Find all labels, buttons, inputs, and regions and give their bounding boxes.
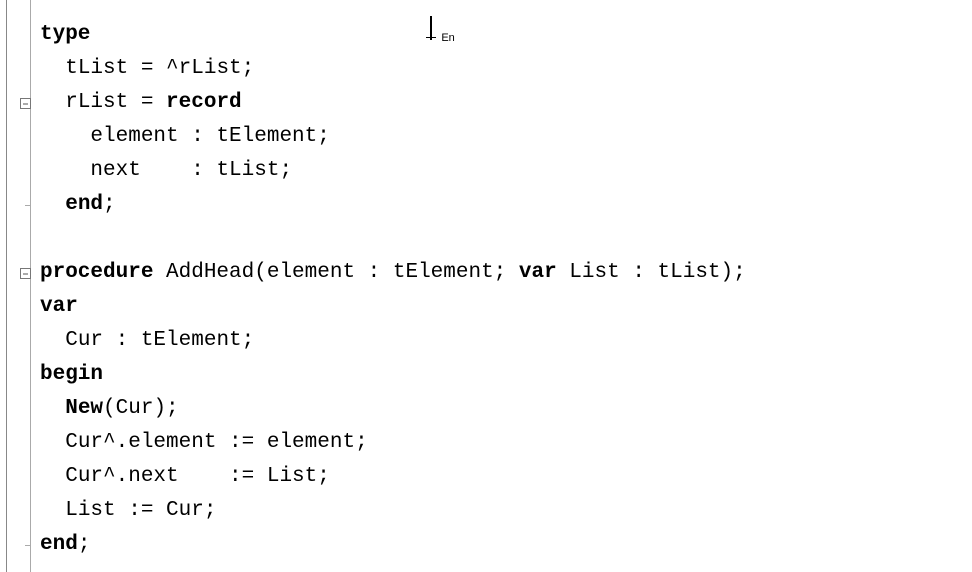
code-token: element : tElement; [90, 125, 329, 148]
code-token: List : tList); [557, 261, 746, 284]
gutter [0, 0, 34, 572]
keyword-token: var [40, 295, 78, 318]
fold-collapse-icon[interactable] [20, 98, 31, 109]
code-line[interactable]: New(Cur); [40, 392, 964, 426]
code-token: List := Cur; [65, 499, 216, 522]
keyword-token: procedure [40, 261, 153, 284]
keyword-token: begin [40, 363, 103, 386]
code-token: ; [78, 533, 91, 556]
code-line[interactable]: Cur^.element := element; [40, 426, 964, 460]
code-token: tList = ^rList; [65, 57, 254, 80]
code-token: Cur^.element := element; [65, 431, 367, 454]
code-line[interactable]: Cur : tElement; [40, 324, 964, 358]
gutter-outer-line [6, 0, 7, 572]
keyword-token: record [166, 91, 242, 114]
code-line[interactable]: tList = ^rList; [40, 52, 964, 86]
code-line[interactable]: element : tElement; [40, 120, 964, 154]
code-token: (Cur); [103, 397, 179, 420]
code-token: Cur^.next := List; [65, 465, 330, 488]
code-token: next : tList; [90, 159, 292, 182]
code-token: ; [103, 193, 116, 216]
code-token: Cur : tElement; [65, 329, 254, 352]
code-line[interactable]: end; [40, 188, 964, 222]
code-area[interactable]: type tList = ^rList; rList = record elem… [40, 18, 964, 562]
fold-collapse-icon[interactable] [20, 268, 31, 279]
code-line[interactable]: List := Cur; [40, 494, 964, 528]
code-token: rList = [65, 91, 166, 114]
code-line[interactable]: procedure AddHead(element : tElement; va… [40, 256, 964, 290]
fold-end-tick-icon [25, 545, 31, 546]
code-line[interactable]: end; [40, 528, 964, 562]
code-line[interactable]: next : tList; [40, 154, 964, 188]
keyword-token: type [40, 23, 90, 46]
keyword-token: var [519, 261, 557, 284]
keyword-token: end [40, 533, 78, 556]
code-token: AddHead(element : tElement; [153, 261, 518, 284]
gutter-inner-line [30, 0, 31, 572]
code-line[interactable]: var [40, 290, 964, 324]
keyword-token: end [65, 193, 103, 216]
code-line[interactable]: type [40, 18, 964, 52]
code-line[interactable]: begin [40, 358, 964, 392]
fold-end-tick-icon [25, 205, 31, 206]
code-line[interactable]: Cur^.next := List; [40, 460, 964, 494]
code-line[interactable] [40, 222, 964, 256]
code-line[interactable]: rList = record [40, 86, 964, 120]
keyword-token: New [65, 397, 103, 420]
